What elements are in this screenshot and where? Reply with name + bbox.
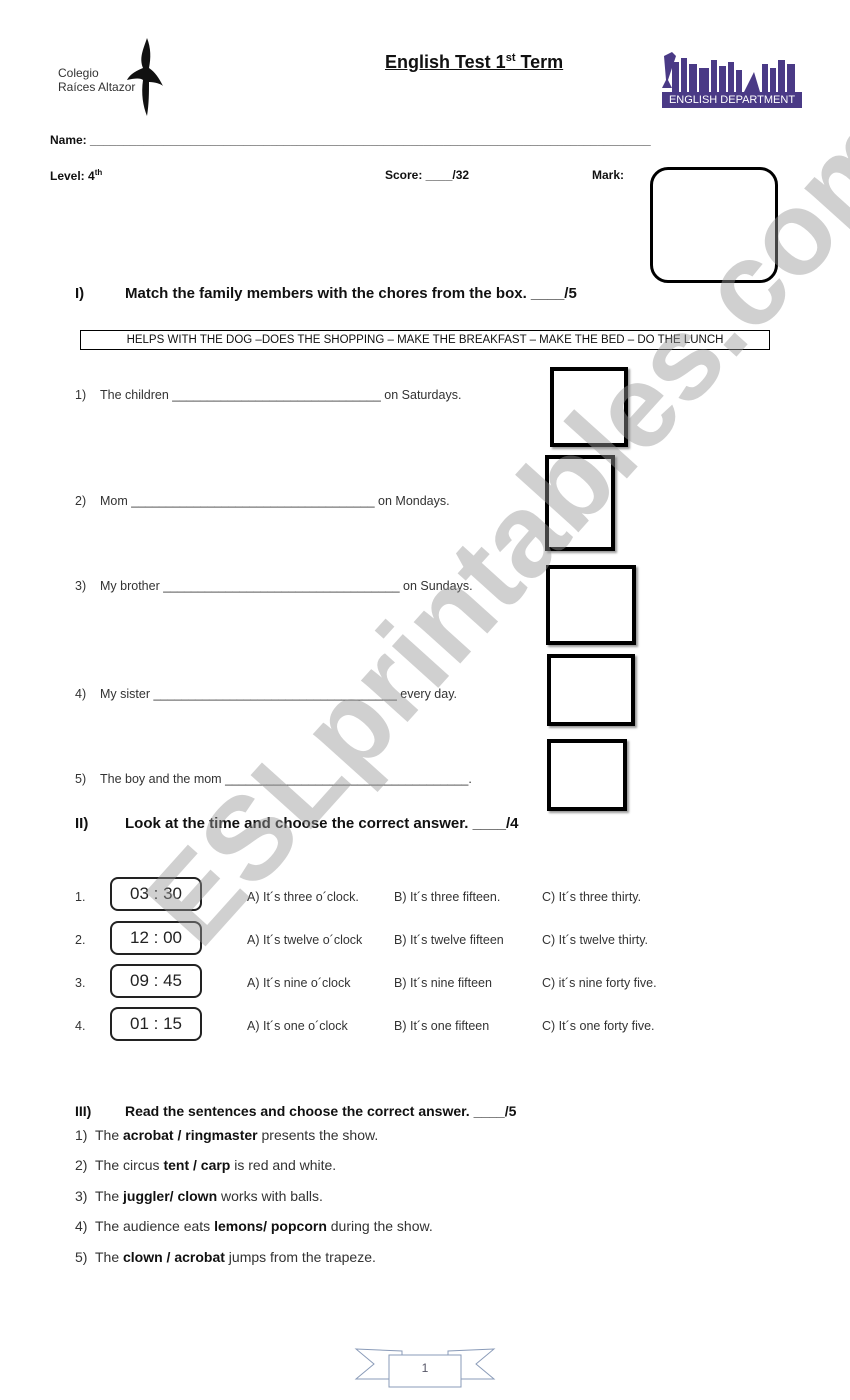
digital-clock-display: 09 : 45	[110, 964, 202, 998]
section2-item-number: 3.	[75, 976, 86, 990]
option-a[interactable]: A) It´s twelve o´clock	[247, 933, 362, 947]
page-number-ribbon: 1	[354, 1345, 496, 1390]
section1-item-number: 5)	[75, 772, 87, 786]
section2-item-number: 2.	[75, 933, 86, 947]
section1-item-number: 1)	[75, 388, 87, 402]
section1-numeral: I)	[75, 285, 85, 302]
page-title: English Test 1st Term	[385, 52, 564, 72]
score-field: Score: ____/32	[385, 168, 470, 182]
section1-item-text[interactable]: My brother _____________________________…	[100, 579, 473, 593]
option-b[interactable]: B) It´s one fifteen	[394, 1019, 489, 1033]
section1-item-number: 3)	[75, 579, 87, 593]
mom-shopping-image	[545, 455, 615, 551]
section2-title: Look at the time and choose the correct …	[125, 815, 519, 832]
option-b[interactable]: B) It´s twelve fifteen	[394, 933, 504, 947]
option-b[interactable]: B) It´s nine fifteen	[394, 976, 492, 990]
section2-item-number: 1.	[75, 890, 86, 904]
section1-item-text[interactable]: The children ___________________________…	[100, 388, 461, 402]
option-a[interactable]: A) It´s one o´clock	[247, 1019, 348, 1033]
section3-item[interactable]: 3) The juggler/ clown works with balls.	[75, 1188, 323, 1204]
option-a[interactable]: A) It´s three o´clock.	[247, 890, 359, 904]
name-field[interactable]: Name: __________________________________…	[50, 133, 651, 147]
option-a[interactable]: A) It´s nine o´clock	[247, 976, 351, 990]
level-label: Level: 4th	[50, 168, 103, 183]
section3-item[interactable]: 1) The acrobat / ringmaster presents the…	[75, 1127, 378, 1143]
school-name-line1: Colegio	[58, 66, 99, 80]
section3-item[interactable]: 5) The clown / acrobat jumps from the tr…	[75, 1249, 376, 1265]
mark-box[interactable]	[650, 167, 778, 283]
option-c[interactable]: C) It´s three thirty.	[542, 890, 641, 904]
chores-word-box: HELPS WITH THE DOG –DOES THE SHOPPING – …	[80, 330, 770, 350]
section3-title: Read the sentences and choose the correc…	[125, 1103, 517, 1119]
section1-title: Match the family members with the chores…	[125, 285, 577, 302]
section3-item[interactable]: 4) The audience eats lemons/ popcorn dur…	[75, 1218, 433, 1234]
books-icon	[662, 52, 795, 92]
sister-bed-image	[547, 654, 635, 726]
section2-numeral: II)	[75, 815, 89, 832]
school-logo: Colegio Raíces Altazor	[50, 38, 170, 118]
section1-item-text[interactable]: My sister ______________________________…	[100, 687, 457, 701]
children-breakfast-image	[550, 367, 628, 447]
section1-item-text[interactable]: The boy and the mom ____________________…	[100, 772, 472, 786]
mark-label: Mark:	[592, 168, 625, 182]
option-b[interactable]: B) It´s three fifteen.	[394, 890, 500, 904]
page-number: 1	[421, 1361, 429, 1375]
worksheet-page: Colegio Raíces Altazor English Test 1st …	[0, 0, 850, 1400]
section1-item-number: 4)	[75, 687, 87, 701]
section1-item-number: 2)	[75, 494, 87, 508]
section1-item-text[interactable]: Mom ___________________________________ …	[100, 494, 450, 508]
digital-clock-display: 01 : 15	[110, 1007, 202, 1041]
option-c[interactable]: C) it´s nine forty five.	[542, 976, 657, 990]
boy-mom-lunch-image	[547, 739, 627, 811]
school-name-line2: Raíces Altazor	[58, 80, 136, 94]
brother-dog-image	[546, 565, 636, 645]
option-c[interactable]: C) It´s twelve thirty.	[542, 933, 648, 947]
digital-clock-display: 03 : 30	[110, 877, 202, 911]
digital-clock-display: 12 : 00	[110, 921, 202, 955]
section2-item-number: 4.	[75, 1019, 86, 1033]
section3-item[interactable]: 2) The circus tent / carp is red and whi…	[75, 1157, 336, 1173]
bird-icon	[127, 38, 163, 116]
department-banner: ENGLISH DEPARTMENT	[662, 92, 802, 108]
english-department-logo: ENGLISH DEPARTMENT	[662, 50, 802, 108]
section3-numeral: III)	[75, 1103, 92, 1119]
option-c[interactable]: C) It´s one forty five.	[542, 1019, 655, 1033]
